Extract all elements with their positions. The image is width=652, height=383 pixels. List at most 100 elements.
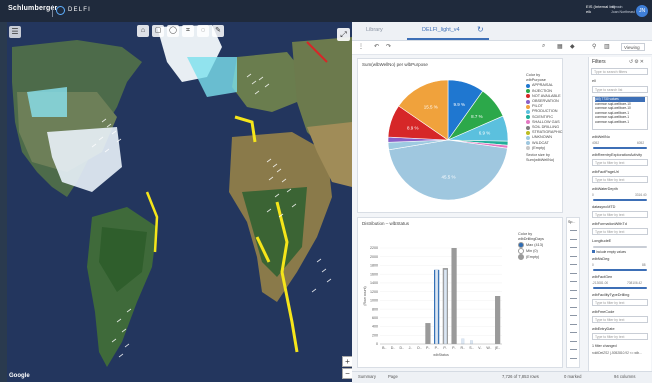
datasync-filter-input[interactable]: Type to filter by text	[592, 211, 648, 218]
mini-list-item[interactable]	[570, 340, 577, 342]
avatar[interactable]: JN	[636, 5, 648, 17]
mini-panel-title: Sp...	[568, 220, 576, 224]
more-icon[interactable]: ⋮	[358, 43, 364, 50]
product-name: DELFI	[68, 7, 92, 13]
lasso-icon[interactable]: ◌	[197, 25, 209, 37]
search-icon[interactable]: ⌕	[542, 43, 545, 50]
filter-changed-status[interactable]: 1 filter changed	[592, 344, 617, 348]
bookmark-icon[interactable]: ◆	[570, 43, 575, 50]
bar-legend-item[interactable]: (Empty)	[518, 254, 544, 261]
y-tick-label: 600	[372, 316, 378, 320]
bar[interactable]	[425, 323, 431, 344]
wellbore-list[interactable]: (All) 7730 values common sqd-wellbore-10…	[592, 96, 648, 130]
expand-icon[interactable]: ⤢	[337, 28, 350, 41]
active-tab-indicator	[407, 38, 489, 40]
bar[interactable]	[451, 248, 457, 344]
filter-label-facilitytype: wlbFacilityTypeDrilling	[592, 293, 630, 297]
entrydate-filter-input[interactable]: Type to filter by text	[592, 333, 648, 340]
y-tick-label: 2200	[370, 246, 378, 250]
filter-label-datasync: datasyncMTD	[592, 205, 616, 209]
pie-slice-label: 6.9 %	[479, 130, 491, 135]
factgen-slider[interactable]	[593, 287, 647, 289]
bar[interactable]	[435, 269, 439, 345]
world-map[interactable]: ☰ ⌂ ▢ ◯ ⌗ ◌ ✎ ⤢ + −	[7, 22, 352, 382]
tab-library[interactable]: Library	[366, 27, 383, 33]
factpage-filter-input[interactable]: Type to filter by text	[592, 176, 648, 183]
include-empty-label: Include empty values	[596, 250, 626, 254]
mini-list-item[interactable]	[570, 332, 577, 333]
reentry-filter-input[interactable]: Type to filter by text	[592, 159, 648, 166]
layout-icon[interactable]: ▦	[557, 43, 563, 50]
filter-label-fmecode: wlbFmeCode	[592, 310, 615, 314]
fmecode-filter-input[interactable]: Type to filter by text	[592, 316, 648, 323]
bar-chart[interactable]: 0 200 400 600 800 1000 1200 1400 1600 1800 2000 220…	[360, 228, 510, 366]
mini-list-item[interactable]	[570, 349, 577, 350]
zoom-out-button[interactable]: −	[342, 368, 352, 379]
mini-list-item[interactable]	[570, 238, 577, 240]
nsdeg-slider[interactable]	[593, 269, 647, 271]
longitude-slider[interactable]	[593, 246, 647, 248]
marked-count: 0 marked	[564, 374, 582, 379]
legend-swatch	[526, 104, 530, 109]
map-menu-icon[interactable]: ☰	[9, 26, 21, 38]
zoom-in-button[interactable]: +	[342, 356, 352, 367]
close-icon[interactable]: ✕	[640, 59, 645, 65]
mini-list-item[interactable]	[570, 323, 577, 325]
mini-list-item[interactable]	[570, 357, 577, 359]
legend-swatch	[526, 115, 530, 120]
pie-sector-note: Sector size by Sum(wlbWellNo)	[526, 153, 555, 163]
filter-icon[interactable]: ⚲	[592, 43, 596, 50]
wellno-slider[interactable]	[593, 147, 647, 149]
facilitytype-filter-input[interactable]: Type to filter by text	[592, 299, 648, 306]
mini-list-item[interactable]	[570, 315, 577, 316]
x-tick-label: (E..	[495, 346, 501, 350]
mini-list-item[interactable]	[570, 298, 577, 299]
mini-list-item[interactable]	[570, 272, 577, 274]
mini-list-item[interactable]	[570, 255, 577, 257]
mini-list-item[interactable]	[570, 306, 577, 308]
user-line-4: Joan Northeast	[611, 10, 635, 14]
formation-filter-input[interactable]: Type to filter by text	[592, 228, 648, 235]
undo-icon[interactable]: ↶	[374, 43, 379, 50]
mini-list-item[interactable]	[570, 230, 577, 231]
y-axis-label: (Row count)	[363, 286, 367, 305]
tab-summary[interactable]: Summary	[358, 374, 376, 379]
bar[interactable]	[470, 340, 473, 345]
bar[interactable]	[443, 269, 447, 345]
include-empty-checkbox[interactable]: Include empty values	[592, 250, 626, 254]
map-attribution: Google	[9, 373, 30, 379]
x-tick-label: B..	[382, 346, 386, 350]
panel-icon[interactable]: ▥	[604, 43, 610, 50]
y-tick-label: 400	[372, 325, 378, 329]
pie-slice-wildcat[interactable]	[388, 139, 508, 201]
home-icon[interactable]: ⌂	[137, 25, 149, 37]
tab-page[interactable]: Page	[388, 374, 398, 379]
delfi-logo-icon	[56, 6, 65, 15]
bar[interactable]	[495, 296, 501, 344]
circle-select-icon[interactable]: ◯	[167, 25, 179, 37]
mini-list-item[interactable]	[570, 289, 577, 291]
grid-icon[interactable]: ⌗	[182, 25, 194, 37]
list-item[interactable]: common sqd-wellbore-1	[595, 120, 645, 125]
refresh-icon[interactable]: ↻	[477, 25, 484, 34]
rectangle-select-icon[interactable]: ▢	[152, 25, 164, 37]
x-tick-label: P..	[426, 346, 430, 350]
filter-label-reentry: wlbReentryExplorationActivity	[592, 153, 643, 157]
mini-list-item[interactable]	[570, 281, 577, 282]
mini-list-item[interactable]	[570, 247, 577, 248]
mini-list-item[interactable]	[570, 264, 577, 265]
tab-analysis[interactable]: DELFI_light_v4	[422, 27, 460, 33]
x-tick-label: J..	[409, 346, 413, 350]
bar[interactable]	[461, 338, 465, 345]
pie-legend-item[interactable]: (Empty)	[526, 146, 563, 151]
x-tick-label: P..	[452, 346, 456, 350]
pie-chart[interactable]: 9.9 % 8.7 % 6.9 % 45.5 % 8.9 % 15.5 %	[383, 75, 513, 205]
redo-icon[interactable]: ↷	[386, 43, 391, 50]
list-search-input[interactable]: Type to search list	[592, 86, 648, 93]
viewing-mode-select[interactable]: Viewing	[621, 43, 645, 51]
waterdepth-slider[interactable]	[593, 199, 647, 201]
filter-search-input[interactable]: Type to search filters	[591, 68, 648, 75]
legend-swatch	[526, 94, 530, 99]
y-tick-label: 800	[372, 307, 378, 311]
draw-icon[interactable]: ✎	[212, 25, 224, 37]
